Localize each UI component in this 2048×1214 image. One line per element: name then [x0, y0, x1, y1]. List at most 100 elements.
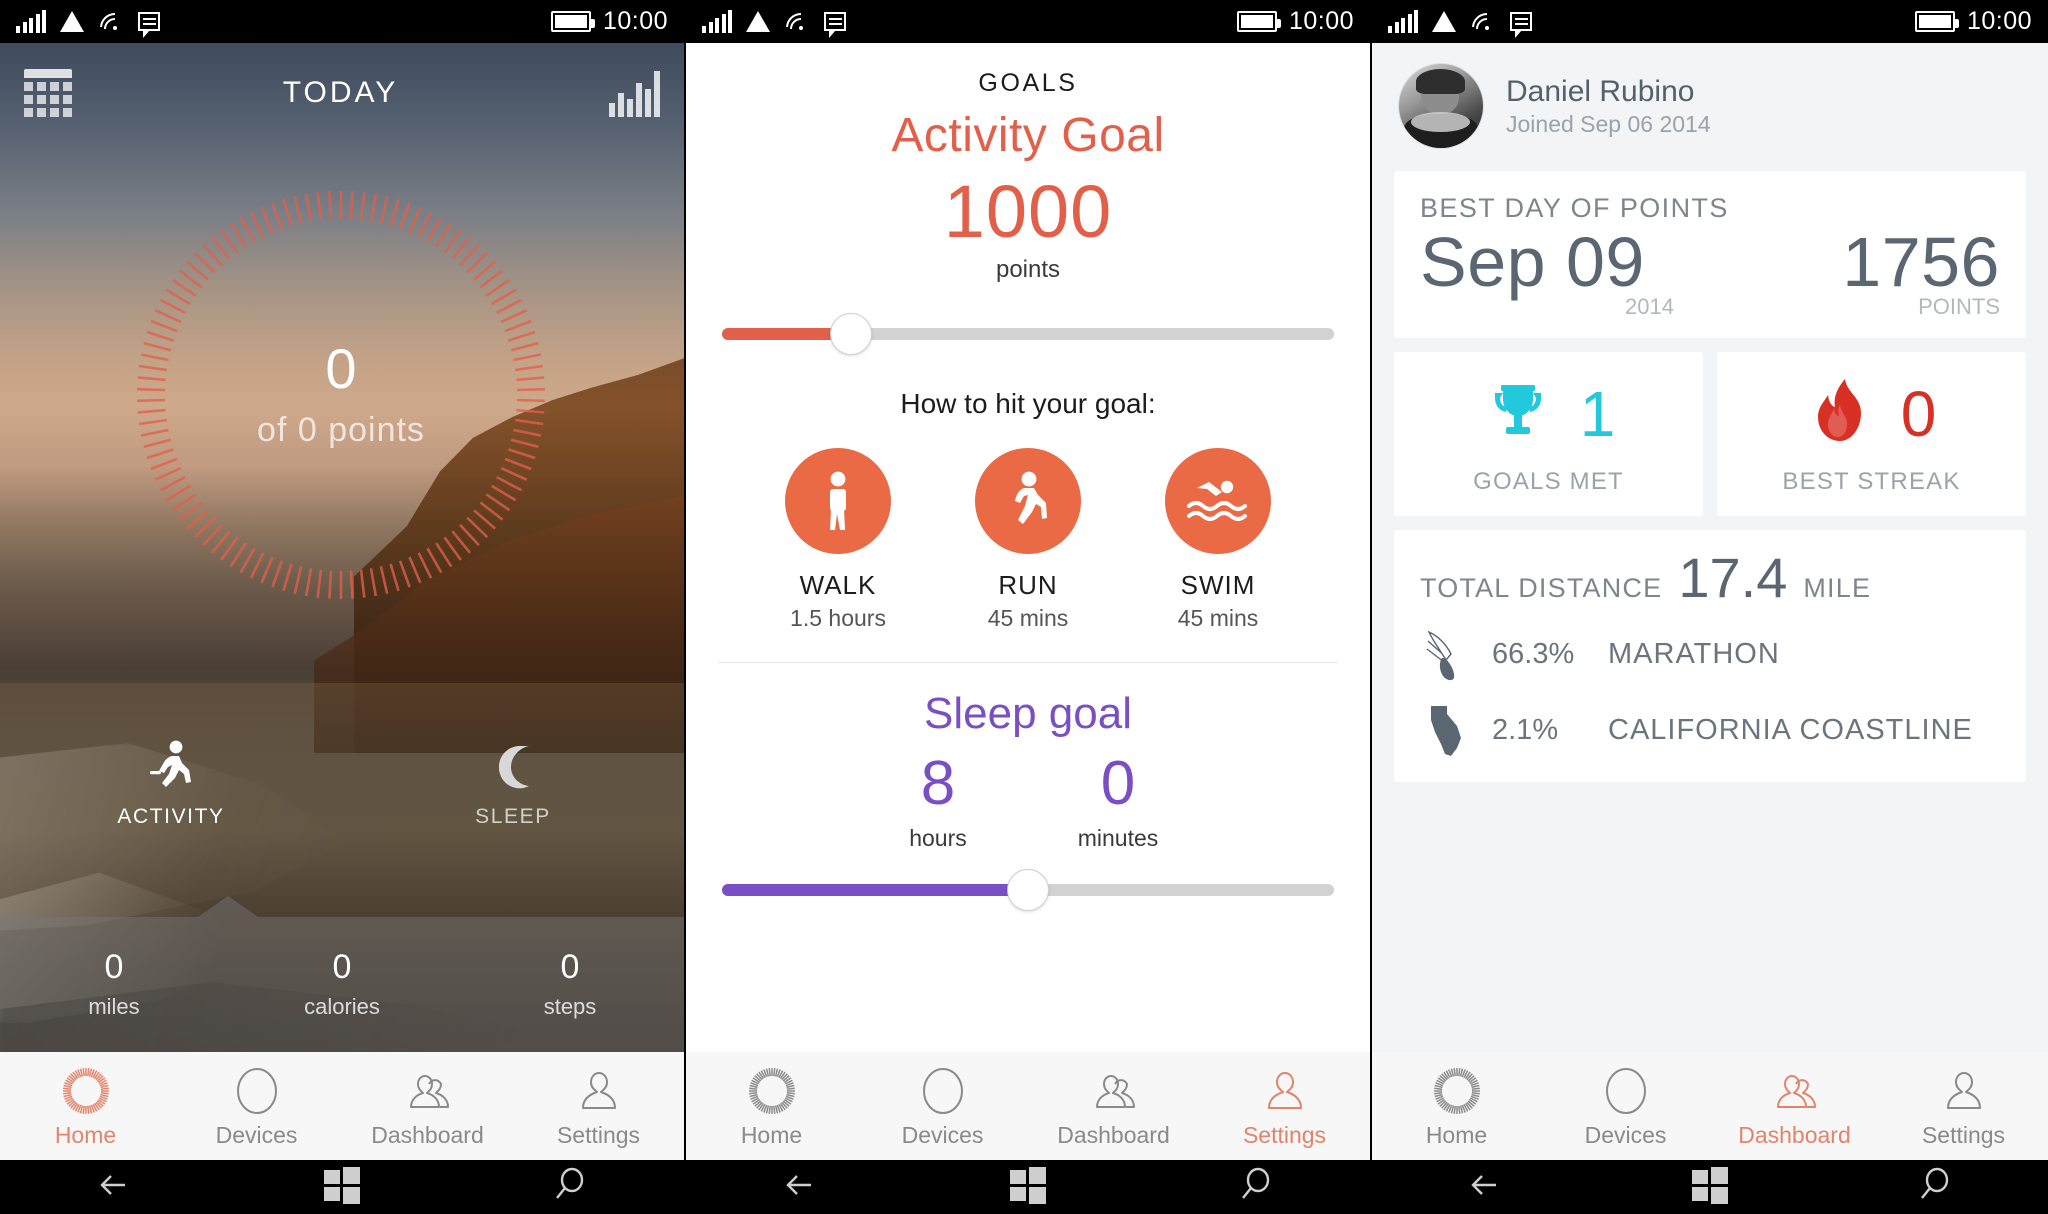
- nav-item-home[interactable]: Home: [1372, 1064, 1541, 1149]
- nav-item-label: Home: [1425, 1121, 1488, 1148]
- sleep-hours[interactable]: 8 hours: [878, 753, 998, 852]
- bar-chart-icon[interactable]: [609, 69, 660, 117]
- nav-item-settings[interactable]: Settings: [1199, 1064, 1370, 1149]
- flame-icon: [1807, 375, 1875, 452]
- suggestion-walk-duration: 1.5 hours: [790, 605, 886, 631]
- suggestion-run[interactable]: RUN 45 mins: [963, 448, 1093, 632]
- coastline-name: CALIFORNIA COASTLINE: [1608, 714, 1973, 746]
- person-icon: [513, 1064, 684, 1118]
- nav-item-devices[interactable]: Devices: [857, 1064, 1028, 1149]
- message-icon: [138, 12, 160, 38]
- section-divider: [718, 662, 1338, 663]
- sleep-hours-value: 8: [920, 749, 956, 818]
- nav-item-label: Devices: [215, 1121, 298, 1148]
- nav-item-label: Dashboard: [1738, 1121, 1851, 1148]
- nav-item-home[interactable]: Home: [0, 1064, 171, 1149]
- nav-item-label: Home: [54, 1121, 117, 1148]
- nav-item-devices[interactable]: Devices: [171, 1064, 342, 1149]
- windows-logo-icon: [322, 1165, 362, 1210]
- windows-back-button[interactable]: [0, 1164, 228, 1211]
- bottom-nav-3: Home Devices Dashboard Settings: [1372, 1052, 2048, 1160]
- sleep-goal-slider[interactable]: [722, 869, 1334, 911]
- goals-content: GOALS Activity Goal 1000 points How to h…: [686, 43, 1370, 1052]
- nav-item-devices[interactable]: Devices: [1541, 1064, 1710, 1149]
- windows-back-button[interactable]: [1372, 1164, 1597, 1211]
- windows-search-button[interactable]: [1823, 1164, 2048, 1211]
- battery-icon: [1236, 11, 1281, 32]
- calendar-icon[interactable]: [24, 69, 72, 117]
- windows-nav-group-3: [1372, 1160, 2048, 1214]
- activity-goal-value: 1000: [943, 170, 1113, 253]
- nav-item-home[interactable]: Home: [686, 1064, 857, 1149]
- windows-logo-icon: [1690, 1165, 1730, 1210]
- panel-gap-1: [684, 0, 686, 1160]
- stat-miles-label: miles: [88, 993, 140, 1019]
- slider-knob[interactable]: [1007, 869, 1049, 911]
- sleep-minutes-value: 0: [1100, 749, 1136, 818]
- two-people-icon: [342, 1064, 513, 1118]
- tab-activity[interactable]: ACTIVITY: [0, 735, 342, 829]
- home-header: TODAY: [0, 43, 684, 143]
- cellular-signal-icon: [702, 9, 732, 33]
- two-people-icon: [1028, 1064, 1199, 1118]
- status-time: 10:00: [602, 7, 668, 35]
- gauge-value: 0: [325, 336, 357, 400]
- stat-calories[interactable]: 0 calories: [228, 950, 456, 1020]
- nav-item-dashboard[interactable]: Dashboard: [1710, 1064, 1879, 1149]
- profile-header[interactable]: Daniel Rubino Joined Sep 06 2014: [1372, 43, 2048, 171]
- total-distance-card[interactable]: TOTAL DISTANCE 17.4 MILE 66.3% MARATHON: [1394, 529, 2026, 782]
- device-screenshot: TODAY 0 of 0 points ACTIVITY SLEEP 0 mil…: [0, 0, 2048, 1214]
- winged-shoe-icon: [1420, 628, 1474, 682]
- sleep-minutes[interactable]: 0 minutes: [1058, 753, 1178, 852]
- search-icon: [549, 1164, 591, 1211]
- search-icon: [1235, 1164, 1277, 1211]
- battery-icon: [1914, 11, 1959, 32]
- home-stats-bar: 0 miles 0 calories 0 steps: [0, 896, 684, 1052]
- windows-search-button[interactable]: [1142, 1164, 1370, 1211]
- best-day-date: Sep 09: [1420, 223, 1645, 301]
- nav-item-label: Settings: [1242, 1121, 1327, 1148]
- best-day-card[interactable]: BEST DAY OF POINTS Sep 09 1756 2014 POIN…: [1394, 171, 2026, 338]
- total-distance-value: 17.4: [1678, 545, 1788, 609]
- wifi-icon: [784, 11, 810, 33]
- windows-start-button[interactable]: [228, 1165, 456, 1210]
- nav-item-settings[interactable]: Settings: [1879, 1064, 2048, 1149]
- goals-met-card[interactable]: 1 GOALS MET: [1394, 351, 1703, 516]
- dashboard-content: Daniel Rubino Joined Sep 06 2014 BEST DA…: [1372, 43, 2048, 1052]
- suggestion-swim[interactable]: SWIM 45 mins: [1153, 448, 1283, 632]
- nav-item-settings[interactable]: Settings: [513, 1064, 684, 1149]
- suggestion-swim-name: SWIM: [1180, 570, 1256, 600]
- best-streak-card[interactable]: 0 BEST STREAK: [1717, 351, 2026, 516]
- suggestion-run-duration: 45 mins: [987, 605, 1069, 631]
- windows-back-button[interactable]: [686, 1164, 914, 1211]
- tab-sleep[interactable]: SLEEP: [342, 735, 684, 829]
- nav-item-label: Devices: [901, 1121, 984, 1148]
- tab-activity-label: ACTIVITY: [117, 805, 225, 828]
- radial-ring-icon: [1372, 1064, 1541, 1118]
- slider-knob[interactable]: [829, 313, 872, 355]
- windows-search-button[interactable]: [456, 1164, 684, 1211]
- stat-steps[interactable]: 0 steps: [456, 950, 684, 1020]
- windows-start-button[interactable]: [914, 1165, 1142, 1210]
- nav-item-dashboard[interactable]: Dashboard: [1028, 1064, 1199, 1149]
- wifi-icon: [1470, 11, 1496, 33]
- panel-home: TODAY 0 of 0 points ACTIVITY SLEEP 0 mil…: [0, 0, 684, 1160]
- nav-item-dashboard[interactable]: Dashboard: [342, 1064, 513, 1149]
- stat-miles[interactable]: 0 miles: [0, 950, 228, 1020]
- wifi-icon: [98, 11, 124, 33]
- activity-goal-slider[interactable]: [722, 313, 1334, 355]
- back-arrow-icon: [1464, 1164, 1506, 1211]
- status-bar-1: 10:00: [0, 0, 684, 43]
- activity-suggestions: WALK 1.5 hours RUN 45 mins SWIM 45 mins: [686, 448, 1370, 632]
- stat-calories-label: calories: [304, 993, 380, 1019]
- nav-item-label: Home: [740, 1121, 803, 1148]
- coastline-percent: 2.1%: [1492, 714, 1559, 746]
- best-day-label: BEST DAY OF POINTS: [1420, 193, 1729, 223]
- circle-icon: [1541, 1064, 1710, 1118]
- windows-start-button[interactable]: [1597, 1165, 1822, 1210]
- sleep-goal-values: 8 hours 0 minutes: [686, 753, 1370, 852]
- circle-icon: [171, 1064, 342, 1118]
- status-bar-3: 10:00: [1372, 0, 2048, 43]
- goals-header: GOALS Activity Goal 1000 points: [686, 43, 1370, 284]
- suggestion-walk[interactable]: WALK 1.5 hours: [773, 448, 903, 632]
